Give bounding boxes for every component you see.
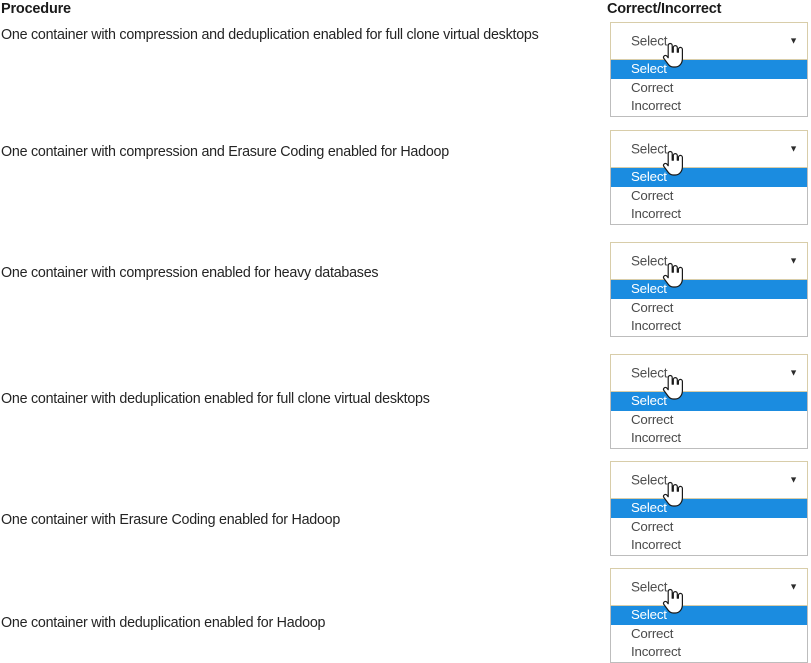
dropdown-toggle-row-3[interactable]: Select ▼ <box>610 242 808 280</box>
dropdown-option-select-row-6[interactable]: Select <box>611 606 807 625</box>
dropdown-toggle-row-1[interactable]: Select ▼ <box>610 22 808 60</box>
dropdown-option-correct-row-5[interactable]: Correct <box>611 518 807 537</box>
dropdown-group-row-2: Select ▼ Select Correct Incorrect <box>610 130 808 225</box>
dropdown-options-list-row-5: Select Correct Incorrect <box>610 499 808 556</box>
chevron-down-icon[interactable]: ▼ <box>789 475 798 485</box>
procedure-text-row-1: One container with compression and dedup… <box>1 27 539 43</box>
chevron-down-icon[interactable]: ▼ <box>789 144 798 154</box>
procedure-text-row-2: One container with compression and Erasu… <box>1 144 449 160</box>
column-header-correct-incorrect: Correct/Incorrect <box>607 1 722 17</box>
dropdown-option-correct-row-3[interactable]: Correct <box>611 299 807 318</box>
dropdown-group-row-1: Select ▼ Select Correct Incorrect <box>610 22 808 117</box>
dropdown-toggle-row-5[interactable]: Select ▼ <box>610 461 808 499</box>
dropdown-selected-value-row-1: Select <box>631 33 668 49</box>
dropdown-option-correct-row-2[interactable]: Correct <box>611 187 807 206</box>
dropdown-group-row-5: Select ▼ Select Correct Incorrect <box>610 461 808 556</box>
dropdown-toggle-row-4[interactable]: Select ▼ <box>610 354 808 392</box>
dropdown-option-select-row-4[interactable]: Select <box>611 392 807 411</box>
procedure-text-row-3: One container with compression enabled f… <box>1 265 379 281</box>
dropdown-option-select-row-1[interactable]: Select <box>611 60 807 79</box>
dropdown-options-list-row-4: Select Correct Incorrect <box>610 392 808 449</box>
dropdown-options-list-row-1: Select Correct Incorrect <box>610 60 808 117</box>
chevron-down-icon[interactable]: ▼ <box>789 368 798 378</box>
procedure-text-row-6: One container with deduplication enabled… <box>1 615 326 631</box>
dropdown-group-row-4: Select ▼ Select Correct Incorrect <box>610 354 808 449</box>
dropdown-option-incorrect-row-4[interactable]: Incorrect <box>611 429 807 448</box>
dropdown-selected-value-row-4: Select <box>631 365 668 381</box>
dropdown-option-correct-row-4[interactable]: Correct <box>611 411 807 430</box>
dropdown-group-row-6: Select ▼ Select Correct Incorrect <box>610 568 808 663</box>
procedure-text-row-5: One container with Erasure Coding enable… <box>1 512 341 528</box>
dropdown-options-list-row-3: Select Correct Incorrect <box>610 280 808 337</box>
dropdown-option-correct-row-1[interactable]: Correct <box>611 79 807 98</box>
dropdown-option-incorrect-row-1[interactable]: Incorrect <box>611 97 807 116</box>
dropdown-option-incorrect-row-2[interactable]: Incorrect <box>611 205 807 224</box>
dropdown-option-incorrect-row-3[interactable]: Incorrect <box>611 317 807 336</box>
dropdown-options-list-row-6: Select Correct Incorrect <box>610 606 808 663</box>
chevron-down-icon[interactable]: ▼ <box>789 36 798 46</box>
dropdown-option-select-row-2[interactable]: Select <box>611 168 807 187</box>
dropdown-option-correct-row-6[interactable]: Correct <box>611 625 807 644</box>
dropdown-options-list-row-2: Select Correct Incorrect <box>610 168 808 225</box>
dropdown-selected-value-row-5: Select <box>631 472 668 488</box>
procedure-text-row-4: One container with deduplication enabled… <box>1 391 430 407</box>
dropdown-toggle-row-2[interactable]: Select ▼ <box>610 130 808 168</box>
dropdown-option-select-row-5[interactable]: Select <box>611 499 807 518</box>
dropdown-selected-value-row-2: Select <box>631 141 668 157</box>
chevron-down-icon[interactable]: ▼ <box>789 256 798 266</box>
column-header-procedure: Procedure <box>1 1 71 17</box>
dropdown-option-incorrect-row-5[interactable]: Incorrect <box>611 536 807 555</box>
dropdown-group-row-3: Select ▼ Select Correct Incorrect <box>610 242 808 337</box>
dropdown-selected-value-row-6: Select <box>631 579 668 595</box>
dropdown-toggle-row-6[interactable]: Select ▼ <box>610 568 808 606</box>
chevron-down-icon[interactable]: ▼ <box>789 582 798 592</box>
dropdown-option-select-row-3[interactable]: Select <box>611 280 807 299</box>
dropdown-selected-value-row-3: Select <box>631 253 668 269</box>
dropdown-option-incorrect-row-6[interactable]: Incorrect <box>611 643 807 662</box>
